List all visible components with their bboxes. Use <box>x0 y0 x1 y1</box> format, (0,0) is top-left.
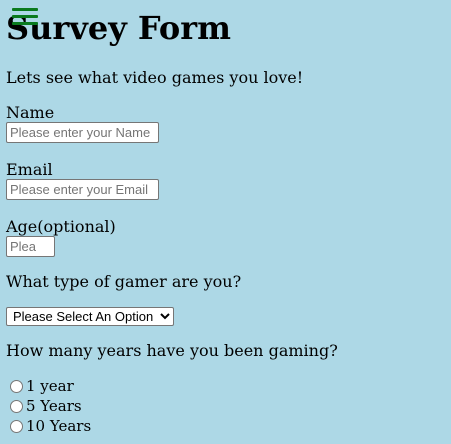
years-radio-1[interactable] <box>10 379 23 393</box>
menu-bar <box>12 22 38 25</box>
gamer-type-question: What type of gamer are you? <box>6 272 242 291</box>
years-option-label: 5 Years <box>26 397 82 415</box>
email-input[interactable] <box>6 179 159 200</box>
email-label: Email <box>6 160 53 179</box>
age-label: Age(optional) <box>6 217 116 236</box>
years-option-label: 10 Years <box>26 417 92 435</box>
years-radio-10[interactable] <box>10 419 23 433</box>
name-label: Name <box>6 103 55 122</box>
age-input[interactable] <box>6 236 55 257</box>
years-option-10[interactable]: 10 Years <box>10 417 91 435</box>
menu-bar <box>12 8 38 11</box>
hamburger-menu-icon[interactable] <box>12 6 40 28</box>
years-radio-5[interactable] <box>10 399 23 413</box>
years-option-label: 1 year <box>26 377 74 395</box>
menu-bar <box>12 15 38 18</box>
name-input[interactable] <box>6 122 159 143</box>
years-option-1[interactable]: 1 year <box>10 377 74 395</box>
gamer-type-select[interactable]: Please Select An Option <box>6 307 174 326</box>
intro-text: Lets see what video games you love! <box>6 68 304 87</box>
years-option-5[interactable]: 5 Years <box>10 397 82 415</box>
years-gaming-question: How many years have you been gaming? <box>6 341 338 360</box>
